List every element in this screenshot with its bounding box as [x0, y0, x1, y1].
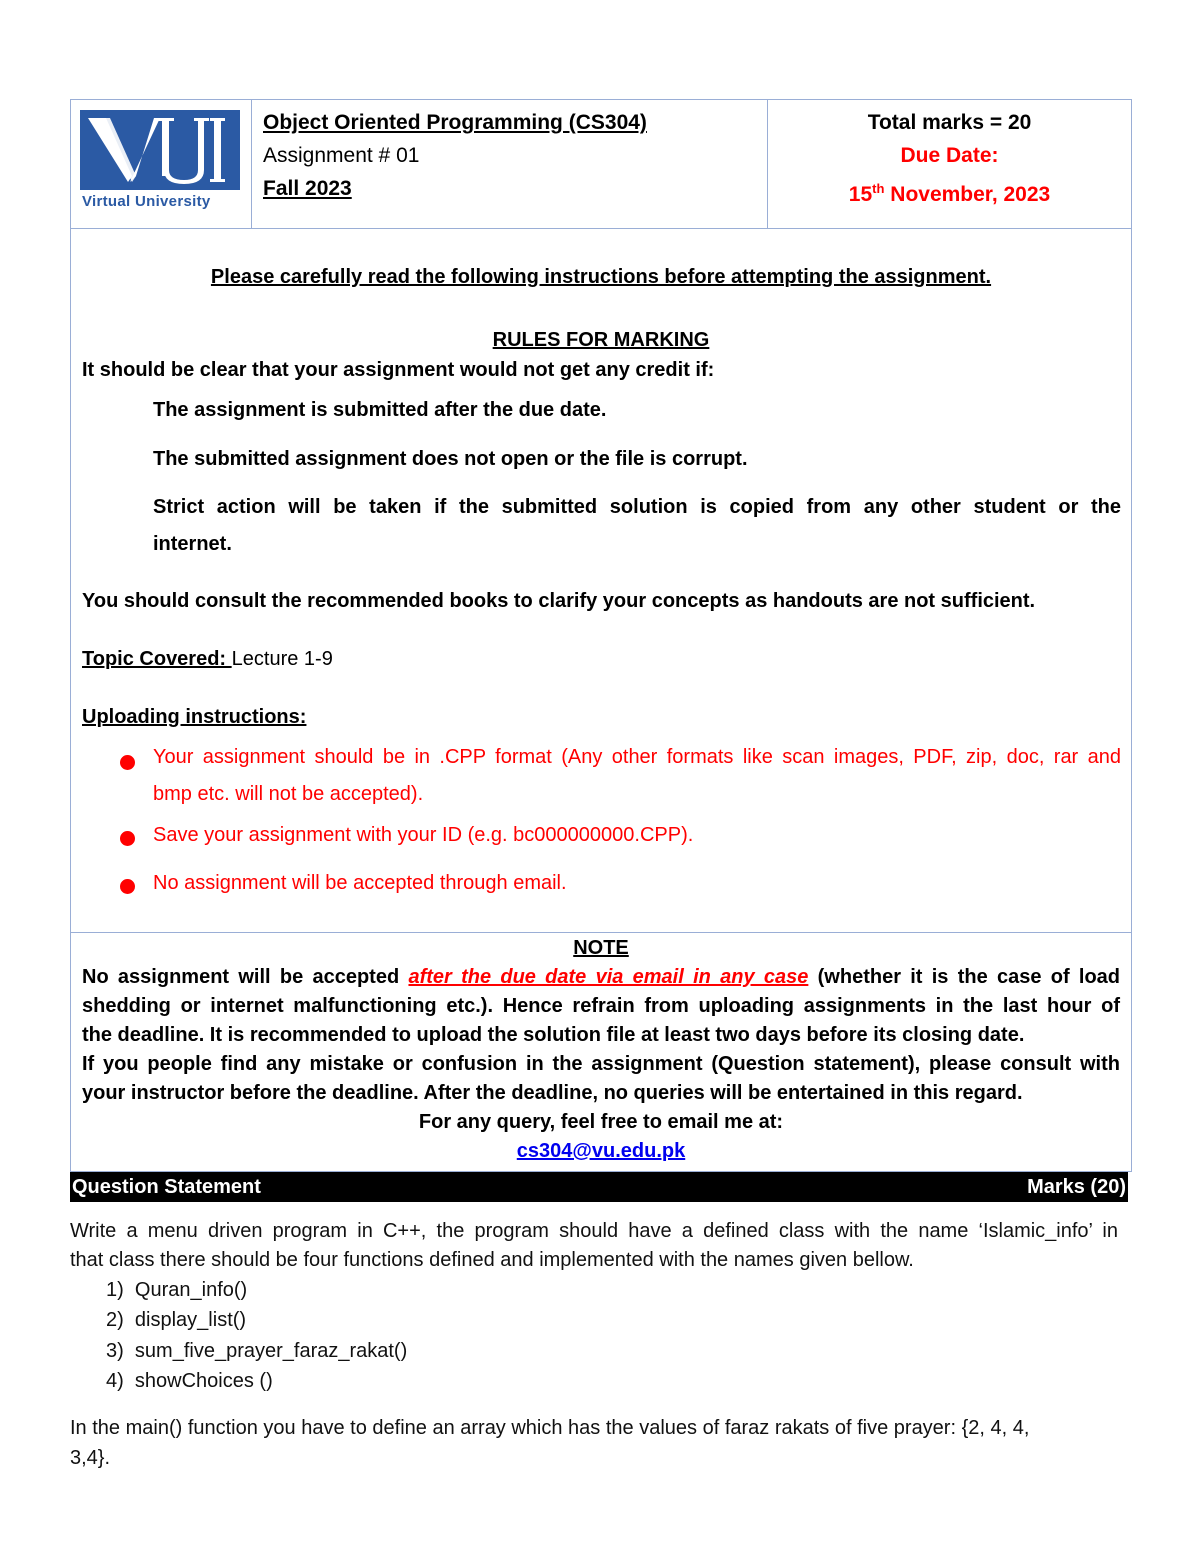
note-line: the deadline. It is recommended to uploa… [82, 1024, 1025, 1046]
topic-value: Lecture 1-9 [231, 648, 333, 670]
rules-lead: It should be clear that your assignment … [82, 359, 715, 381]
question-paragraph-line: Write a menu driven program in C++, the … [70, 1220, 1118, 1242]
total-marks: Total marks = 20 [867, 111, 1032, 134]
upload-item: No assignment will be accepted through e… [153, 872, 567, 894]
function-list-item: 2) display_list() [106, 1309, 246, 1332]
logo-cell: Virtual University [71, 100, 252, 228]
function-name: Quran_info() [134, 1279, 248, 1301]
instructions-box: Please carefully read the following inst… [70, 228, 1132, 933]
rule-item: The submitted assignment does not open o… [153, 448, 748, 470]
function-list-item: 3) sum_five_prayer_faraz_rakat() [106, 1340, 407, 1363]
header-table: Virtual University Object Oriented Progr… [70, 99, 1132, 229]
function-name: showChoices () [134, 1370, 273, 1392]
question-paragraph-line: that class there should be four function… [70, 1249, 914, 1271]
note-line: If you people find any mistake or confus… [82, 1053, 1120, 1075]
question-paragraph-line: 3,4}. [70, 1447, 111, 1469]
rule-item: The assignment is submitted after the du… [153, 399, 607, 421]
assignment-page: Virtual University Object Oriented Progr… [0, 0, 1200, 1553]
bullet-icon [120, 879, 135, 894]
note-line: your instructor before the deadline. Aft… [82, 1082, 1023, 1104]
note-heading: NOTE [573, 937, 629, 959]
assignment-number: Assignment # 01 [263, 144, 420, 167]
logo-caption: Virtual University [82, 193, 211, 210]
question-title: Question Statement [72, 1175, 261, 1198]
topic-covered: Topic Covered: Lecture 1-9 [82, 648, 333, 671]
email-link[interactable]: cs304@vu.edu.pk [517, 1140, 685, 1162]
upload-item-cont: bmp etc. will not be accepted). [153, 783, 424, 805]
course-info-cell: Object Oriented Programming (CS304) Assi… [252, 100, 768, 228]
consult-note: You should consult the recommended books… [82, 590, 1036, 612]
list-number: 1) [106, 1279, 124, 1301]
rules-heading: RULES FOR MARKING [492, 329, 710, 351]
question-paragraph-line: In the main() function you have to defin… [70, 1417, 1030, 1439]
rule-item: Strict action will be taken if the submi… [153, 496, 1121, 518]
vu-logo [80, 110, 240, 190]
function-list-item: 1) Quran_info() [106, 1279, 247, 1302]
note-line: No assignment will be accepted after the… [82, 966, 1120, 989]
function-name: display_list() [134, 1309, 247, 1331]
list-number: 2) [106, 1309, 124, 1331]
question-marks: Marks (20) [1027, 1175, 1126, 1198]
question-header-bar: Question Statement Marks (20) [70, 1172, 1128, 1202]
instructions-intro: Please carefully read the following inst… [210, 266, 992, 288]
topic-label: Topic Covered: [82, 648, 232, 670]
email-line: cs304@vu.edu.pk [71, 1140, 1131, 1163]
due-date: 15th November, 2023 [768, 172, 1131, 211]
query-line: For any query, feel free to email me at: [418, 1111, 784, 1133]
rule-item-cont: internet. [153, 533, 232, 555]
note-text: No assignment will be accepted [82, 966, 409, 988]
upload-item: Save your assignment with your ID (e.g. … [153, 824, 694, 846]
bullet-icon [120, 831, 135, 846]
note-line: shedding or internet malfunctioning etc.… [82, 995, 1120, 1017]
semester: Fall 2023 [263, 177, 352, 200]
upload-item: Your assignment should be in .CPP format… [153, 746, 1121, 768]
vu-logo-icon [88, 118, 225, 184]
list-number: 4) [106, 1370, 124, 1392]
marks-cell: Total marks = 20 Due Date: 15th November… [768, 100, 1131, 228]
due-date-rest: November, 2023 [884, 183, 1051, 206]
uploading-heading: Uploading instructions: [82, 706, 307, 728]
course-title: Object Oriented Programming (CS304) [263, 111, 647, 134]
note-text: (whether it is the case of load [808, 966, 1120, 988]
due-date-label: Due Date: [900, 144, 999, 167]
bullet-icon [120, 755, 135, 770]
function-name: sum_five_prayer_faraz_rakat() [134, 1340, 408, 1362]
due-date-suffix: th [872, 181, 885, 196]
due-date-day: 15 [848, 183, 873, 206]
note-emphasis: after the due date via email in any case [408, 966, 809, 988]
function-list-item: 4) showChoices () [106, 1370, 273, 1393]
list-number: 3) [106, 1340, 124, 1362]
note-box: NOTE No assignment will be accepted afte… [70, 932, 1132, 1172]
